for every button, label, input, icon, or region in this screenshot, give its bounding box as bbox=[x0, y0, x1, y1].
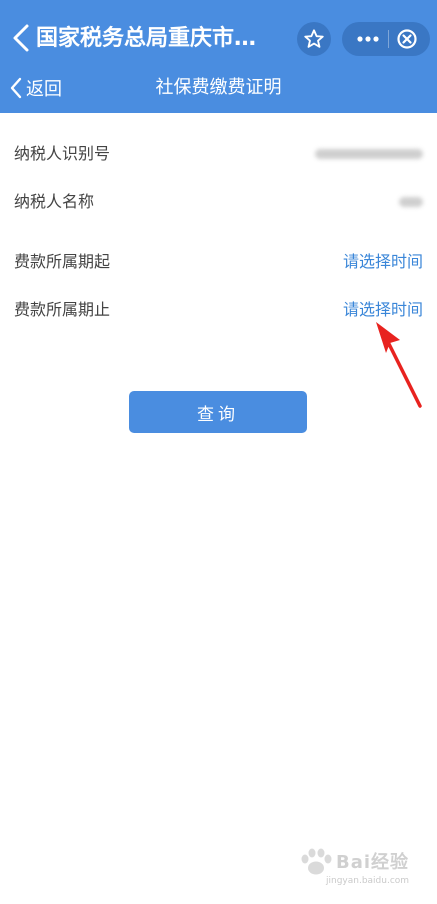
capsule-divider bbox=[388, 30, 389, 48]
mini-program-title: 国家税务总局重庆市… bbox=[36, 26, 257, 51]
baidu-jingyan-watermark: Bai经验 jingyan.baidu.com bbox=[296, 846, 426, 896]
taxpayer-name-value-redacted bbox=[399, 197, 423, 207]
taxpayer-id-value-redacted bbox=[315, 149, 423, 159]
period-start-row[interactable]: 费款所属期起 请选择时间 bbox=[0, 242, 437, 282]
back-button[interactable]: 返回 bbox=[8, 63, 62, 113]
close-circle-icon[interactable] bbox=[396, 28, 418, 50]
taxpayer-name-label: 纳税人名称 bbox=[14, 192, 95, 211]
annotation-arrow-icon bbox=[376, 322, 422, 408]
favorite-button[interactable] bbox=[297, 22, 331, 56]
more-dots-icon[interactable] bbox=[352, 22, 384, 56]
watermark-brand: Bai经验 bbox=[336, 852, 410, 873]
paw-logo-icon bbox=[301, 848, 332, 875]
period-start-picker[interactable]: 请选择时间 bbox=[343, 242, 423, 282]
query-button[interactable]: 查询 bbox=[129, 391, 307, 433]
period-end-label: 费款所属期止 bbox=[14, 300, 111, 319]
chevron-left-icon bbox=[10, 77, 22, 99]
star-icon bbox=[304, 29, 324, 48]
capsule-menu bbox=[342, 22, 430, 56]
watermark-url: jingyan.baidu.com bbox=[326, 876, 410, 886]
page-nav-bar: 返回 社保费缴费证明 bbox=[0, 63, 437, 113]
back-chevron-icon[interactable] bbox=[10, 22, 32, 54]
taxpayer-id-row: 纳税人识别号 bbox=[0, 134, 437, 174]
taxpayer-name-row: 纳税人名称 bbox=[0, 182, 437, 222]
period-start-label: 费款所属期起 bbox=[14, 252, 111, 271]
page-title: 社保费缴费证明 bbox=[155, 77, 282, 98]
taxpayer-id-label: 纳税人识别号 bbox=[14, 144, 111, 163]
back-label: 返回 bbox=[26, 79, 62, 100]
